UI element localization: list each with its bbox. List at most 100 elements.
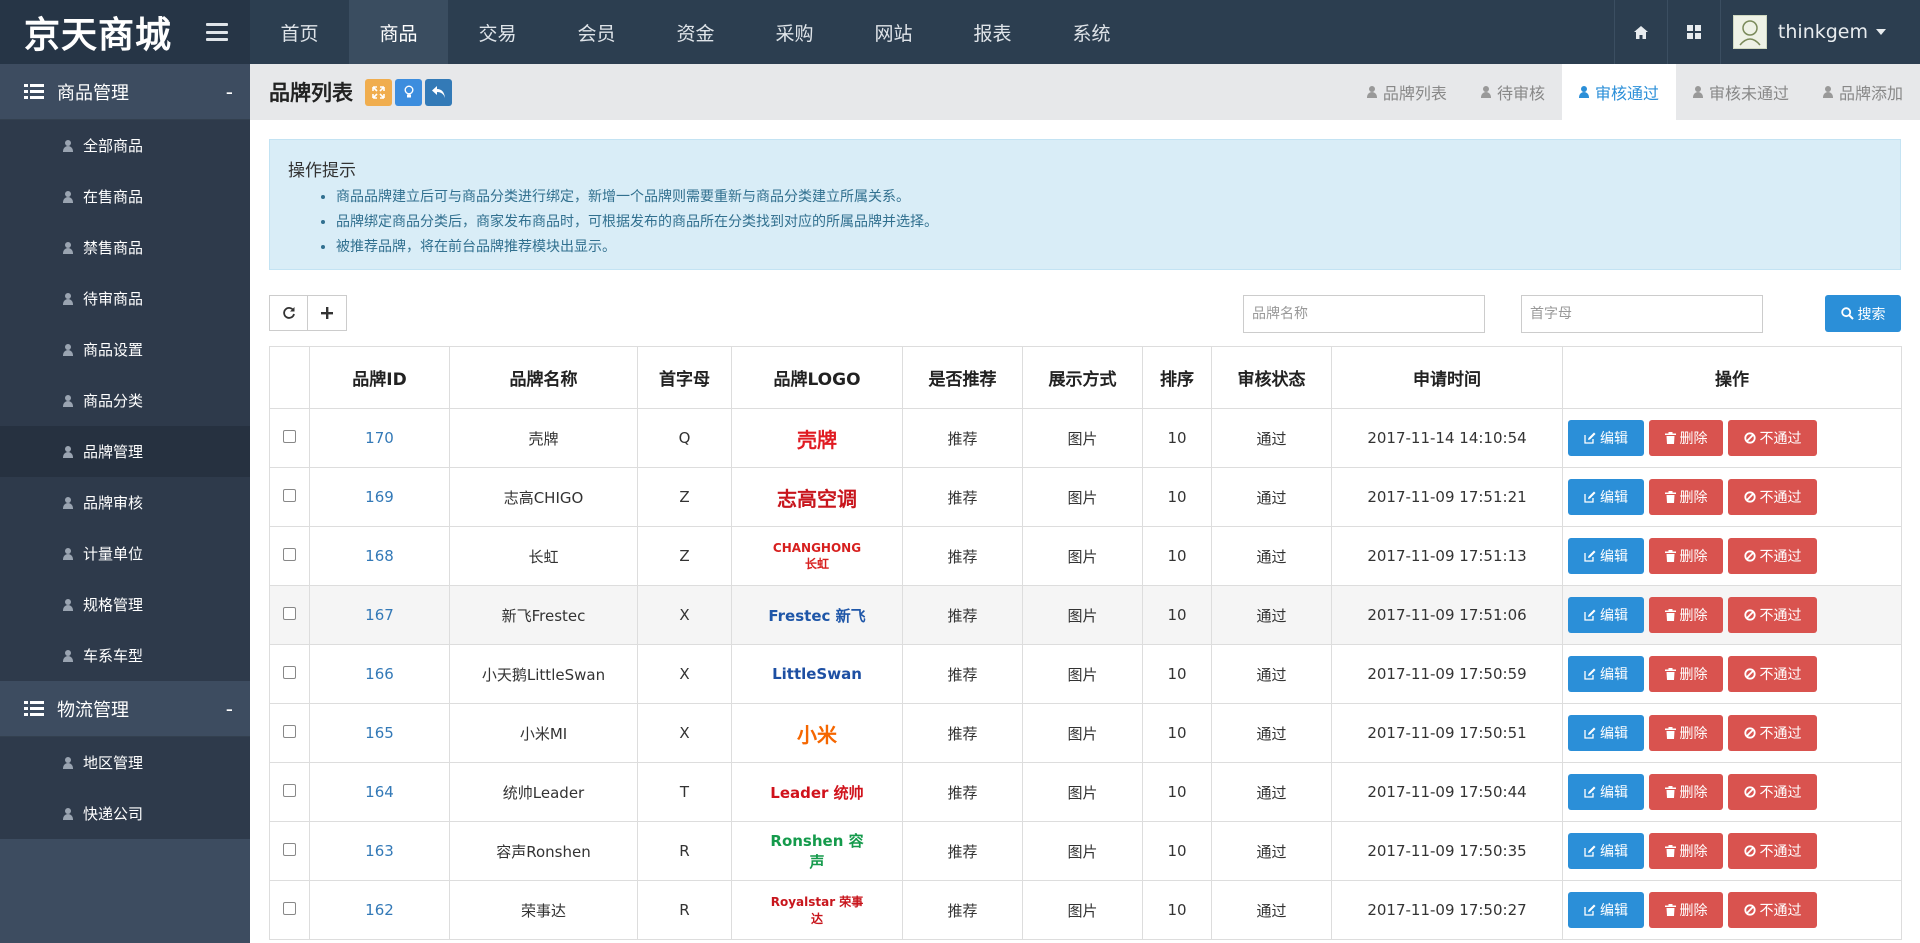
add-button[interactable] <box>308 295 347 331</box>
tab-rejected[interactable]: 审核未通过 <box>1676 64 1806 120</box>
sidebar-item-brand-review[interactable]: 品牌审核 <box>0 477 250 528</box>
brand-id[interactable]: 162 <box>309 880 450 940</box>
search-button[interactable]: 搜索 <box>1825 295 1901 332</box>
delete-button[interactable]: 删除 <box>1649 774 1723 810</box>
row-checkbox[interactable] <box>283 725 296 738</box>
user-name: thinkgem <box>1777 21 1868 43</box>
delete-button[interactable]: 删除 <box>1649 892 1723 928</box>
grid-icon[interactable] <box>1666 0 1720 64</box>
menu-toggle-icon[interactable] <box>206 23 228 41</box>
initial-input[interactable] <box>1521 295 1763 333</box>
brand-name-input[interactable] <box>1243 295 1485 333</box>
sidebar-item-brand-manage[interactable]: 品牌管理 <box>0 426 250 477</box>
sidebar-item-on-sale[interactable]: 在售商品 <box>0 171 250 222</box>
brand-id[interactable]: 167 <box>309 585 450 645</box>
topnav-item-purchase[interactable]: 采购 <box>745 0 844 64</box>
header-sort[interactable]: 排序 <box>1142 346 1212 409</box>
row-checkbox[interactable] <box>283 843 296 856</box>
delete-button[interactable]: 删除 <box>1649 420 1723 456</box>
delete-button[interactable]: 删除 <box>1649 656 1723 692</box>
sidebar-item-couriers[interactable]: 快递公司 <box>0 788 250 839</box>
reject-button[interactable]: 不通过 <box>1728 774 1817 810</box>
edit-button[interactable]: 编辑 <box>1568 538 1644 574</box>
collapse-icon[interactable]: - <box>226 80 233 104</box>
edit-button[interactable]: 编辑 <box>1568 597 1644 633</box>
brand-time: 2017-11-09 17:50:35 <box>1331 821 1563 881</box>
sidebar-item-specs[interactable]: 规格管理 <box>0 579 250 630</box>
edit-button[interactable]: 编辑 <box>1568 892 1644 928</box>
sidebar-item-units[interactable]: 计量单位 <box>0 528 250 579</box>
brand-id[interactable]: 164 <box>309 762 450 822</box>
row-checkbox[interactable] <box>283 784 296 797</box>
reject-button[interactable]: 不通过 <box>1728 892 1817 928</box>
topnav-item-fund[interactable]: 资金 <box>646 0 745 64</box>
tab-add-brand[interactable]: 品牌添加 <box>1806 64 1920 120</box>
delete-button[interactable]: 删除 <box>1649 479 1723 515</box>
brand-id[interactable]: 166 <box>309 644 450 704</box>
topnav-item-home[interactable]: 首页 <box>250 0 349 64</box>
sidebar-item-regions[interactable]: 地区管理 <box>0 737 250 788</box>
brand-id[interactable]: 169 <box>309 467 450 527</box>
delete-button[interactable]: 删除 <box>1649 597 1723 633</box>
sidebar-group-logistics[interactable]: 物流管理 - <box>0 681 250 737</box>
reject-button[interactable]: 不通过 <box>1728 538 1817 574</box>
trash-icon <box>1664 432 1676 444</box>
delete-button[interactable]: 删除 <box>1649 538 1723 574</box>
row-checkbox[interactable] <box>283 548 296 561</box>
edit-button[interactable]: 编辑 <box>1568 715 1644 751</box>
brand-id[interactable]: 163 <box>309 821 450 881</box>
brand-id[interactable]: 170 <box>309 408 450 468</box>
header-display[interactable]: 展示方式 <box>1022 346 1143 409</box>
header-status[interactable]: 审核状态 <box>1211 346 1332 409</box>
edit-button[interactable]: 编辑 <box>1568 420 1644 456</box>
lightbulb-icon[interactable] <box>395 78 422 106</box>
brand-id[interactable]: 168 <box>309 526 450 586</box>
brand-logo[interactable]: 京天商城 <box>24 6 172 58</box>
topnav-item-system[interactable]: 系统 <box>1042 0 1141 64</box>
collapse-icon[interactable]: - <box>226 697 233 721</box>
sidebar-group-goods[interactable]: 商品管理 - <box>0 64 250 120</box>
topnav-item-member[interactable]: 会员 <box>547 0 646 64</box>
sidebar-item-pending[interactable]: 待审商品 <box>0 273 250 324</box>
reject-button[interactable]: 不通过 <box>1728 715 1817 751</box>
reject-button[interactable]: 不通过 <box>1728 479 1817 515</box>
header-name[interactable]: 品牌名称 <box>449 346 638 409</box>
header-initial[interactable]: 首字母 <box>637 346 732 409</box>
row-checkbox[interactable] <box>283 489 296 502</box>
sidebar-item-car-models[interactable]: 车系车型 <box>0 630 250 681</box>
header-time[interactable]: 申请时间 <box>1331 346 1563 409</box>
reject-button[interactable]: 不通过 <box>1728 420 1817 456</box>
row-checkbox[interactable] <box>283 607 296 620</box>
row-checkbox[interactable] <box>283 430 296 443</box>
home-icon[interactable] <box>1613 0 1667 64</box>
row-checkbox[interactable] <box>283 666 296 679</box>
topnav-item-site[interactable]: 网站 <box>844 0 943 64</box>
fullscreen-icon[interactable] <box>365 78 392 106</box>
header-id[interactable]: 品牌ID <box>309 346 450 409</box>
sidebar-item-categories[interactable]: 商品分类 <box>0 375 250 426</box>
reject-button[interactable]: 不通过 <box>1728 597 1817 633</box>
refresh-button[interactable] <box>269 295 308 331</box>
edit-button[interactable]: 编辑 <box>1568 833 1644 869</box>
tab-pending[interactable]: 待审核 <box>1464 64 1562 120</box>
delete-button[interactable]: 删除 <box>1649 715 1723 751</box>
sidebar-item-banned[interactable]: 禁售商品 <box>0 222 250 273</box>
reject-button[interactable]: 不通过 <box>1728 656 1817 692</box>
reject-button[interactable]: 不通过 <box>1728 833 1817 869</box>
brand-id[interactable]: 165 <box>309 703 450 763</box>
topnav-item-goods[interactable]: 商品 <box>349 0 448 64</box>
delete-button[interactable]: 删除 <box>1649 833 1723 869</box>
tab-approved[interactable]: 审核通过 <box>1561 64 1676 120</box>
sidebar-item-all-goods[interactable]: 全部商品 <box>0 120 250 171</box>
edit-button[interactable]: 编辑 <box>1568 479 1644 515</box>
row-checkbox[interactable] <box>283 902 296 915</box>
header-recommend[interactable]: 是否推荐 <box>902 346 1023 409</box>
sidebar-item-goods-settings[interactable]: 商品设置 <box>0 324 250 375</box>
tab-brand-list[interactable]: 品牌列表 <box>1350 64 1464 120</box>
back-icon[interactable] <box>425 78 452 106</box>
topnav-item-report[interactable]: 报表 <box>943 0 1042 64</box>
edit-button[interactable]: 编辑 <box>1568 656 1644 692</box>
topnav-item-trade[interactable]: 交易 <box>448 0 547 64</box>
edit-button[interactable]: 编辑 <box>1568 774 1644 810</box>
user-menu[interactable]: thinkgem <box>1719 0 1920 64</box>
